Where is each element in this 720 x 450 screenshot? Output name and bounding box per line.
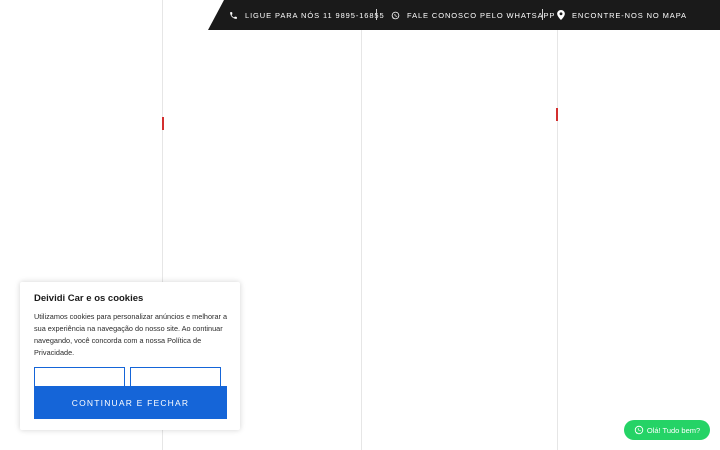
red-accent-mark	[556, 108, 558, 121]
whatsapp-link[interactable]: FALE CONOSCO PELO WHATSAPP	[391, 0, 555, 30]
page: LIGUE PARA NÓS 11 9895-16855 FALE CONOSC…	[0, 0, 720, 450]
phone-icon	[230, 11, 237, 19]
whatsapp-chat-button[interactable]: Olá! Tudo bem?	[624, 420, 710, 440]
contact-topbar: LIGUE PARA NÓS 11 9895-16855 FALE CONOSC…	[208, 0, 720, 30]
whatsapp-icon	[391, 11, 400, 19]
phone-link[interactable]: LIGUE PARA NÓS 11 9895-16855	[229, 0, 385, 30]
cookie-title: Deividi Car e os cookies	[34, 293, 144, 304]
cookie-option-button[interactable]	[34, 367, 125, 387]
cookie-option-button[interactable]	[130, 367, 221, 387]
continue-and-close-button[interactable]: CONTINUAR E FECHAR	[34, 386, 227, 419]
phone-label: LIGUE PARA NÓS 11 9895-16855	[245, 10, 385, 20]
divider	[542, 9, 543, 20]
divider	[376, 9, 377, 20]
whatsapp-label: FALE CONOSCO PELO WHATSAPP	[407, 10, 556, 20]
map-pin-icon	[557, 10, 565, 20]
column-divider	[557, 0, 558, 450]
map-label: ENCONTRE-NOS NO MAPA	[572, 10, 687, 20]
red-accent-mark	[162, 117, 164, 130]
chat-label: Olá! Tudo bem?	[646, 425, 701, 435]
map-link[interactable]: ENCONTRE-NOS NO MAPA	[557, 0, 687, 30]
cookie-text: Utilizamos cookies para personalizar anú…	[34, 311, 230, 359]
column-divider	[361, 0, 362, 450]
cookie-dialog: Deividi Car e os cookies Utilizamos cook…	[20, 282, 240, 430]
whatsapp-icon	[634, 425, 644, 435]
